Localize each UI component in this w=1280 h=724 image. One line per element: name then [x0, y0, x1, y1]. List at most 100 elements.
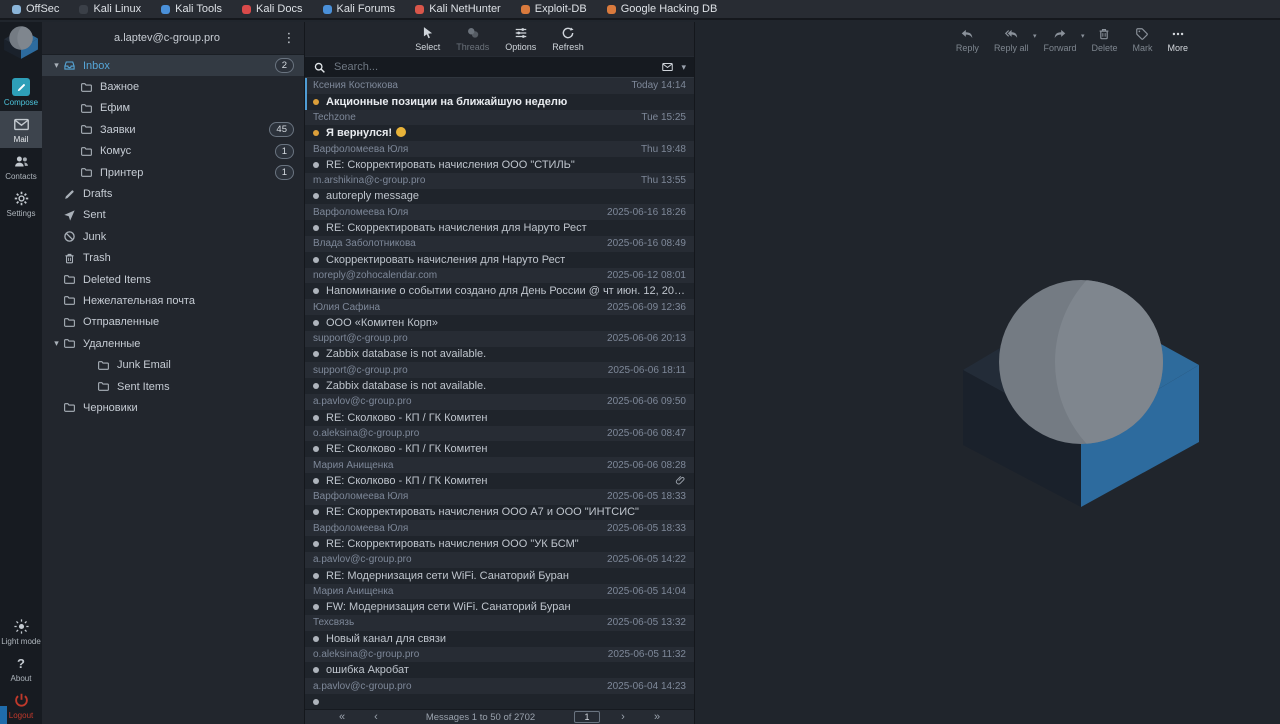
account-header: a.laptev@c-group.pro ⋮ — [42, 22, 304, 55]
message-row[interactable]: support@c-group.pro2025-06-06 18:11Zabbi… — [305, 362, 694, 394]
rail-item-contacts[interactable]: Contacts — [0, 148, 42, 185]
bookmark-kali-tools[interactable]: Kali Tools — [161, 3, 222, 15]
chevron-down-icon[interactable]: ▾ — [50, 60, 63, 71]
message-meta-line: Мария Анищенка2025-06-05 14:04 — [305, 584, 694, 600]
folder-item-sent[interactable]: Sent — [42, 205, 304, 226]
message-row[interactable]: Варфоломеева Юля2025-06-16 18:26RE: Скор… — [305, 204, 694, 236]
rail-item-about[interactable]: ?About — [0, 650, 42, 687]
rail-item-mail[interactable]: Mail — [0, 111, 42, 148]
delete-button[interactable]: Delete — [1091, 27, 1117, 53]
rail-item-light-mode[interactable]: Light mode — [0, 613, 42, 650]
folder-item-принтер[interactable]: Принтер1 — [42, 162, 304, 183]
bookmark-kali-docs[interactable]: Kali Docs — [242, 3, 302, 15]
bookmark-label: Kali Tools — [175, 3, 222, 15]
select-button[interactable]: Select — [415, 26, 440, 52]
folder-item-удаленные[interactable]: ▾Удаленные — [42, 333, 304, 354]
bookmark-kali-forums[interactable]: Kali Forums — [323, 3, 396, 15]
page-first-button[interactable]: « — [325, 711, 359, 724]
page-last-button[interactable]: » — [640, 711, 674, 724]
folder-icon — [80, 166, 93, 179]
folder-item-важное[interactable]: Важное — [42, 76, 304, 97]
mark-button[interactable]: Mark — [1132, 27, 1152, 53]
message-row[interactable]: Мария Анищенка2025-06-05 14:04FW: Модерн… — [305, 584, 694, 616]
folder-item-junk[interactable]: Junk — [42, 226, 304, 247]
message-row[interactable]: o.aleksina@c-group.pro2025-06-06 08:47RE… — [305, 426, 694, 458]
folder-item-trash[interactable]: Trash — [42, 248, 304, 269]
envelope-filter-icon[interactable] — [660, 61, 675, 73]
folder-item-junk-email[interactable]: Junk Email — [42, 354, 304, 375]
bookmark-exploit-db[interactable]: Exploit-DB — [521, 3, 587, 15]
read-dot-icon — [313, 225, 319, 231]
message-row[interactable]: a.pavlov@c-group.pro2025-06-06 09:50RE: … — [305, 394, 694, 426]
message-row[interactable]: Влада Заболотникова2025-06-16 08:49Скорр… — [305, 236, 694, 268]
read-dot-icon — [313, 636, 319, 642]
reply-all-button[interactable]: ▾Reply all — [994, 27, 1029, 53]
rail-item-label: Light mode — [1, 637, 41, 646]
message-subject: RE: Сколково - КП / ГК Комитен — [326, 475, 671, 487]
message-row[interactable]: m.arshikina@c-group.proThu 13:55autorepl… — [305, 173, 694, 205]
unread-dot-icon — [313, 99, 319, 105]
bookmark-label: Kali NetHunter — [429, 3, 501, 15]
rail-item-compose[interactable]: Compose — [0, 73, 42, 111]
message-row[interactable]: Варфоломеева Юля2025-06-05 18:33 RE: Скор… — [305, 520, 694, 552]
bookmark-kali-linux[interactable]: Kali Linux — [79, 3, 141, 15]
read-dot-icon — [313, 383, 319, 389]
search-input[interactable] — [332, 60, 654, 74]
folder-label: Deleted Items — [83, 274, 304, 286]
message-row[interactable]: support@c-group.pro2025-06-06 20:13Zabbi… — [305, 331, 694, 363]
message-date: 2025-06-05 18:33 — [607, 491, 686, 502]
message-sender: Techzone — [313, 112, 633, 123]
folder-item-черновики[interactable]: Черновики — [42, 397, 304, 418]
chevron-down-icon[interactable]: ▾ — [50, 338, 63, 349]
message-date: 2025-06-12 08:01 — [607, 270, 686, 281]
message-date: 2025-06-05 18:33 — [607, 523, 686, 534]
forward-button[interactable]: ▾Forward — [1043, 27, 1076, 53]
reply-button[interactable]: Reply — [956, 27, 979, 53]
app-sidebar-rail: ComposeMailContactsSettings Light mode ?A… — [0, 22, 42, 724]
bookmark-kali-nethunter[interactable]: Kali NetHunter — [415, 3, 501, 15]
threads-button[interactable]: Threads — [456, 26, 489, 52]
page-number-input[interactable]: 1 — [574, 711, 600, 723]
folder-item-отправленные[interactable]: Отправленные — [42, 312, 304, 333]
chevron-down-icon[interactable]: ▾ — [1033, 32, 1037, 40]
message-row[interactable]: a.pavlov@c-group.pro2025-06-05 14:22RE: … — [305, 552, 694, 584]
page-prev-button[interactable]: ‹ — [359, 711, 393, 724]
message-toolbar: Reply ▾Reply all ▾Forward Delete Mark More — [696, 22, 1280, 53]
message-subject: RE: Модернизация сети WiFi. Санаторий Бу… — [326, 570, 686, 582]
chevron-down-icon[interactable]: ▾ — [1081, 32, 1085, 40]
chevron-down-icon[interactable]: ▾ — [681, 62, 686, 73]
folder-item-inbox[interactable]: ▾Inbox2 — [42, 55, 304, 76]
more-button[interactable]: More — [1167, 27, 1188, 53]
message-row[interactable]: TechzoneTue 15:25Я вернулся! — [305, 110, 694, 142]
folder-item-комус[interactable]: Комус1 — [42, 141, 304, 162]
message-subject-line: RE: Сколково - КП / ГК Комитен — [305, 441, 694, 457]
page-next-button[interactable]: › — [606, 711, 640, 724]
options-button[interactable]: Options — [505, 26, 536, 52]
app-logo-watermark — [963, 278, 1199, 508]
message-row[interactable]: Варфоломеева ЮляThu 19:48RE: Скорректиро… — [305, 141, 694, 173]
folder-item-нежелательная-почта[interactable]: Нежелательная почта — [42, 290, 304, 311]
message-row[interactable]: Юлия Сафина2025-06-09 12:36ООО «Комитен … — [305, 299, 694, 331]
rail-item-settings[interactable]: Settings — [0, 185, 42, 222]
kebab-menu-icon[interactable]: ⋮ — [278, 30, 300, 46]
unread-dot-icon — [313, 130, 319, 136]
folder-item-заявки[interactable]: Заявки45 — [42, 119, 304, 140]
message-row[interactable]: a.pavlov@c-group.pro2025-06-04 14:23 — [305, 678, 694, 709]
message-row[interactable]: Варфоломеева Юля2025-06-05 18:33RE: Скор… — [305, 489, 694, 521]
folder-item-sent-items[interactable]: Sent Items — [42, 376, 304, 397]
refresh-button[interactable]: Refresh — [552, 26, 584, 52]
bookmark-offsec[interactable]: OffSec — [12, 3, 59, 15]
folder-item-deleted-items[interactable]: Deleted Items — [42, 269, 304, 290]
message-meta-line: Мария Анищенка2025-06-06 08:28 — [305, 457, 694, 473]
folder-item-ефим[interactable]: Ефим — [42, 98, 304, 119]
bookmark-google-hacking-db[interactable]: Google Hacking DB — [607, 3, 718, 15]
message-row[interactable]: o.aleksina@c-group.pro2025-06-05 11:32ош… — [305, 647, 694, 679]
message-row[interactable]: Техсвязь2025-06-05 13:32Новый канал для … — [305, 615, 694, 647]
message-subject: RE: Скорректировать начисления ООО "УК Б… — [326, 538, 686, 550]
message-row[interactable]: Ксения КостюковаToday 14:14Акционные поз… — [305, 78, 694, 110]
message-meta-line: Варфоломеева Юля2025-06-05 18:33 — [305, 520, 694, 536]
message-subject-line: RE: Сколково - КП / ГК Комитен — [305, 410, 694, 426]
folder-item-drafts[interactable]: Drafts — [42, 183, 304, 204]
message-row[interactable]: Мария Анищенка2025-06-06 08:28 RE: Сколко… — [305, 457, 694, 489]
message-row[interactable]: noreply@zohocalendar.com2025-06-12 08:01… — [305, 268, 694, 300]
